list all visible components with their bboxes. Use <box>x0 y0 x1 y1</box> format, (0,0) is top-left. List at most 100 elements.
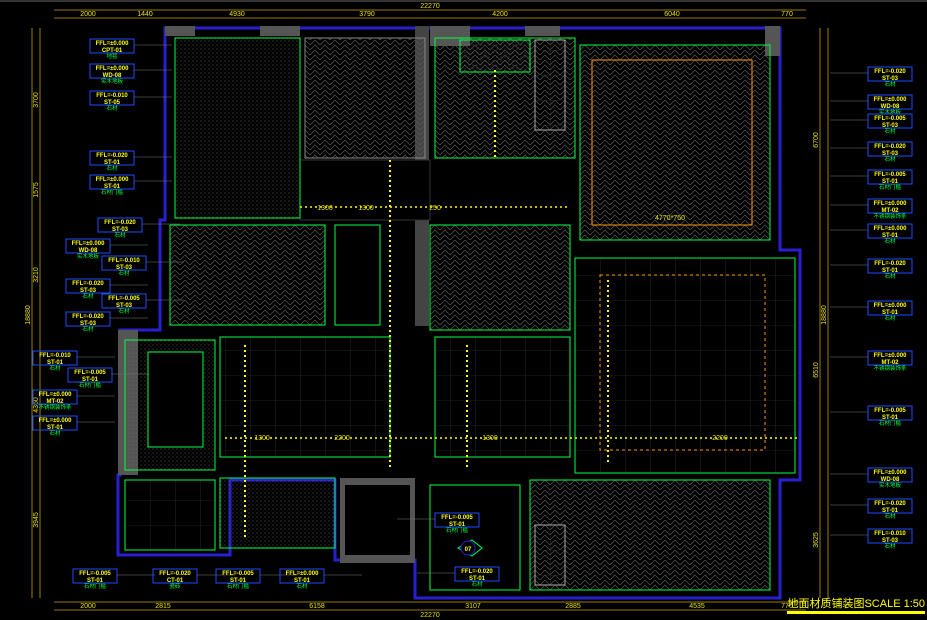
rooms <box>124 37 800 591</box>
tag-note: 石材 <box>884 272 896 280</box>
material-tag[interactable]: FFL=-0.005ST-03石材 <box>830 113 913 135</box>
tag-level: FFL=±0.000 <box>96 41 129 47</box>
material-tag[interactable]: FFL=±0.000ST-01石材 <box>279 568 362 590</box>
material-tag[interactable]: FFL=±0.000ST-01石材 <box>830 300 913 322</box>
tag-level: FFL=-0.020 <box>72 281 104 287</box>
floor-plan-drawing[interactable]: 2000 1440 4930 3790 4200 6040 770 22270 2000 2815… <box>0 0 927 620</box>
tag-level: FFL=±0.000 <box>72 241 105 247</box>
material-tag[interactable]: FFL=±0.000CPT-01地毯 <box>89 38 172 60</box>
tag-note: 石材门槛 <box>879 419 902 427</box>
material-tag[interactable]: FFL=-0.010ST-03石材 <box>830 528 913 550</box>
tag-level: FFL=±0.000 <box>96 177 129 183</box>
tag-note: 石材 <box>106 164 118 172</box>
tag-level: FFL=-0.005 <box>874 116 906 122</box>
tag-level: FFL=-0.020 <box>874 69 906 75</box>
dim-top-segment: 770 <box>781 11 793 18</box>
tag-level: FFL=-0.010 <box>39 353 71 359</box>
material-tag[interactable]: FFL=-0.020ST-01石材 <box>89 150 172 172</box>
tag-level: FFL=-0.005 <box>874 408 906 414</box>
tag-note: 石材 <box>114 231 126 239</box>
material-tag[interactable]: FFL=-0.005ST-01石材门槛 <box>830 405 913 427</box>
tag-note: 石材 <box>118 269 130 277</box>
material-tag[interactable]: FFL=-0.010ST-01石材 <box>32 350 115 372</box>
tag-level: FFL=-0.005 <box>108 296 140 302</box>
dim-bottom-segment: 4535 <box>689 603 705 610</box>
tag-level: FFL=-0.005 <box>79 571 111 577</box>
tag-note: 石材 <box>884 80 896 88</box>
dim-left: 3700 <box>33 92 40 108</box>
material-tag[interactable]: FFL=±0.000WD-08实木地板 <box>65 238 148 260</box>
dim-left: 3210 <box>33 267 40 283</box>
tag-level: FFL=-0.020 <box>874 501 906 507</box>
dim-bottom-segment: 2885 <box>565 603 581 610</box>
tag-note: 不锈钢装饰条 <box>38 403 72 411</box>
tag-level: FFL=-0.010 <box>108 258 140 264</box>
dim-left: 1575 <box>33 182 40 198</box>
material-tag[interactable]: FFL=-0.020ST-03石材 <box>830 141 913 163</box>
tag-level: FFL=-0.020 <box>96 153 128 159</box>
material-tag[interactable]: FFL=-0.020ST-01石材 <box>830 498 913 520</box>
inner-dim: 250 <box>429 205 441 212</box>
tag-level: FFL=-0.020 <box>874 261 906 267</box>
material-tag[interactable]: FFL=±0.000WD-08实木地板 <box>830 467 913 489</box>
material-tag[interactable]: FFL=±0.000WD-08实木地板 <box>89 63 172 85</box>
dim-left: 3945 <box>33 512 40 528</box>
material-tag[interactable]: FFL=-0.005ST-01石材门槛 <box>830 169 913 191</box>
tag-level: FFL=±0.000 <box>39 392 72 398</box>
tag-level: FFL=±0.000 <box>39 418 72 424</box>
material-tag[interactable]: FFL=±0.000MT-02不锈钢装饰条 <box>830 350 913 372</box>
tag-note: 石材 <box>884 512 896 520</box>
tag-level: FFL=-0.010 <box>96 93 128 99</box>
inner-dim: 4770*750 <box>655 215 685 222</box>
material-tag[interactable]: FFL=±0.000ST-01石材 <box>32 415 115 437</box>
material-tag[interactable]: FFL=±0.000MT-02不锈钢装饰条 <box>32 389 115 411</box>
tag-note: 石材 <box>471 580 483 588</box>
tag-note: 实木地板 <box>879 108 902 116</box>
material-tag[interactable]: FFL=±0.000MT-02不锈钢装饰条 <box>830 198 913 220</box>
inner-dim: 1300 <box>254 435 270 442</box>
tag-level: FFL=-0.005 <box>874 172 906 178</box>
tag-level: FFL=-0.010 <box>874 531 906 537</box>
dim-right: 18880 <box>821 305 828 325</box>
tag-note: 石材门槛 <box>101 188 124 196</box>
tag-level: FFL=±0.000 <box>874 470 907 476</box>
tag-note: 石材 <box>296 582 308 590</box>
inner-dim: 2200 <box>334 435 350 442</box>
tag-level: FFL=-0.020 <box>461 569 493 575</box>
tag-level: FFL=±0.000 <box>874 226 907 232</box>
tag-level: FFL=-0.005 <box>74 370 106 376</box>
tag-note: 石材门槛 <box>84 582 107 590</box>
inner-dim: 1300 <box>358 205 374 212</box>
tag-note: 不锈钢装饰条 <box>873 212 907 220</box>
tag-note: 瓷砖 <box>169 582 181 590</box>
tag-note: 实木地板 <box>101 77 124 85</box>
tag-note: 石材 <box>49 364 61 372</box>
material-tag[interactable]: FFL=-0.020ST-03石材 <box>97 217 180 239</box>
dim-right: 6700 <box>813 132 820 148</box>
tag-note: 石材 <box>884 155 896 163</box>
tag-level: FFL=-0.020 <box>159 571 191 577</box>
dim-top-segment: 6040 <box>664 11 680 18</box>
dim-bottom-segment: 3107 <box>465 603 481 610</box>
material-tag[interactable]: FFL=±0.000ST-01石材 <box>830 223 913 245</box>
tag-note: 石材 <box>106 104 118 112</box>
tag-note: 石材门槛 <box>879 183 902 191</box>
tag-note: 不锈钢装饰条 <box>873 364 907 372</box>
tag-note: 石材 <box>82 292 94 300</box>
tag-level: FFL=±0.000 <box>96 66 129 72</box>
section-mark-label: 07 <box>465 547 472 553</box>
tag-level: FFL=-0.020 <box>72 314 104 320</box>
material-tag[interactable]: FFL=-0.010ST-05石材 <box>89 90 172 112</box>
dim-bottom-segment: 2815 <box>155 603 171 610</box>
material-tag[interactable]: FFL=±0.000ST-01石材门槛 <box>89 174 172 196</box>
tag-note: 石材 <box>118 307 130 315</box>
dim-top-segment: 3790 <box>359 11 375 18</box>
tag-level: FFL=±0.000 <box>874 201 907 207</box>
tag-note: 石材 <box>884 237 896 245</box>
dim-top-segment: 1440 <box>137 11 153 18</box>
material-tag[interactable]: FFL=-0.020ST-01石材 <box>830 258 913 280</box>
material-tag[interactable]: FFL=±0.000WD-08实木地板 <box>830 94 913 116</box>
material-tag[interactable]: FFL=-0.020ST-03石材 <box>830 66 913 88</box>
tag-level: FFL=±0.000 <box>874 97 907 103</box>
material-tag[interactable]: FFL=-0.005ST-01石材门槛 <box>72 568 155 590</box>
